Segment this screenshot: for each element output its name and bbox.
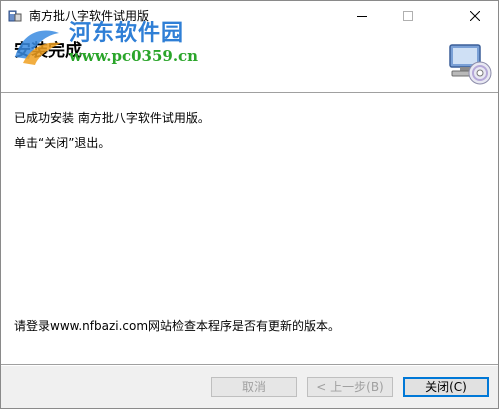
cancel-button[interactable]: 取消 (211, 377, 297, 397)
installer-window: 南方批八字软件试用版 安装完成 河东软件园 www.pc0359.cn 已成功安… (0, 0, 499, 409)
close-button[interactable]: 关闭(C) (403, 377, 489, 397)
close-window-button[interactable] (452, 1, 498, 31)
minimize-icon (357, 16, 367, 17)
computer-cd-icon (449, 44, 492, 85)
update-check-text: 请登录www.nfbazi.com网站检查本程序是否有更新的版本。 (14, 319, 341, 333)
maximize-icon (403, 11, 413, 21)
title-bar: 南方批八字软件试用版 (1, 1, 498, 31)
content-area: 已成功安装 南方批八字软件试用版。 单击“关闭”退出。 请登录www.nfbaz… (1, 94, 498, 364)
button-bar: 取消 < 上一步(B) 关闭(C) (1, 366, 498, 408)
installer-icon (8, 10, 22, 22)
close-icon (470, 11, 480, 21)
header-banner: 安装完成 (1, 31, 498, 91)
minimize-button[interactable] (339, 1, 385, 31)
close-instruction-text: 单击“关闭”退出。 (14, 136, 111, 150)
install-success-text: 已成功安装 南方批八字软件试用版。 (14, 111, 210, 125)
window-title: 南方批八字软件试用版 (29, 9, 150, 23)
page-title: 安装完成 (14, 41, 82, 61)
back-button[interactable]: < 上一步(B) (307, 377, 393, 397)
maximize-button[interactable] (385, 1, 431, 31)
